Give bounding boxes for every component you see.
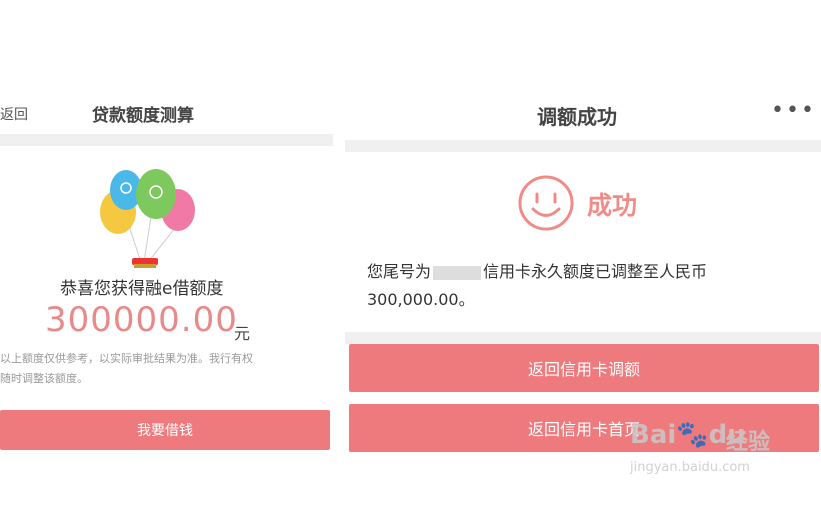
back-to-adjust-button[interactable]: 返回信用卡调额 xyxy=(349,344,819,392)
amount-unit: 元 xyxy=(234,324,251,343)
watermark-brand: 经验 xyxy=(726,430,771,455)
divider-band xyxy=(0,134,333,146)
loan-estimate-screen: 返回 贷款额度测算 恭喜您获得融e借额度 300000.00 元 以上额度仅供参… xyxy=(0,88,333,463)
congrats-text: 恭喜您获得融e借额度 xyxy=(60,279,224,299)
page-title: 调额成功 xyxy=(537,105,617,129)
adjust-success-screen: 调额成功 ••• 成功 您尾号为 信用卡永久额度已调整至人民币 300,000.0… xyxy=(345,88,821,463)
disclaimer-line-1: 以上额度仅供参考，以实际审批结果为准。我行有权 xyxy=(0,352,253,365)
more-icon[interactable]: ••• xyxy=(771,98,816,123)
divider-band xyxy=(345,332,821,344)
smiley-icon xyxy=(518,175,574,231)
divider-band xyxy=(345,140,821,152)
paw-icon: 🐾 xyxy=(676,420,709,450)
message-prefix: 您尾号为 xyxy=(367,262,432,281)
watermark-url: jingyan.baidu.com xyxy=(630,460,750,475)
result-message: 您尾号为 信用卡永久额度已调整至人民币 300,000.00。 xyxy=(367,258,787,314)
page-title: 贷款额度测算 xyxy=(92,106,194,126)
balloons-icon xyxy=(100,169,195,268)
masked-card-number xyxy=(433,265,482,280)
success-text: 成功 xyxy=(587,191,638,220)
back-link[interactable]: 返回 xyxy=(0,104,28,124)
baidu-watermark: Bai🐾du 经验 jingyan.baidu.com xyxy=(630,416,810,486)
left-header: 返回 贷款额度测算 xyxy=(0,88,333,134)
borrow-button[interactable]: 我要借钱 xyxy=(0,410,330,450)
credit-amount: 300000.00 xyxy=(45,300,238,340)
disclaimer-line-2: 随时调整该额度。 xyxy=(0,372,88,385)
